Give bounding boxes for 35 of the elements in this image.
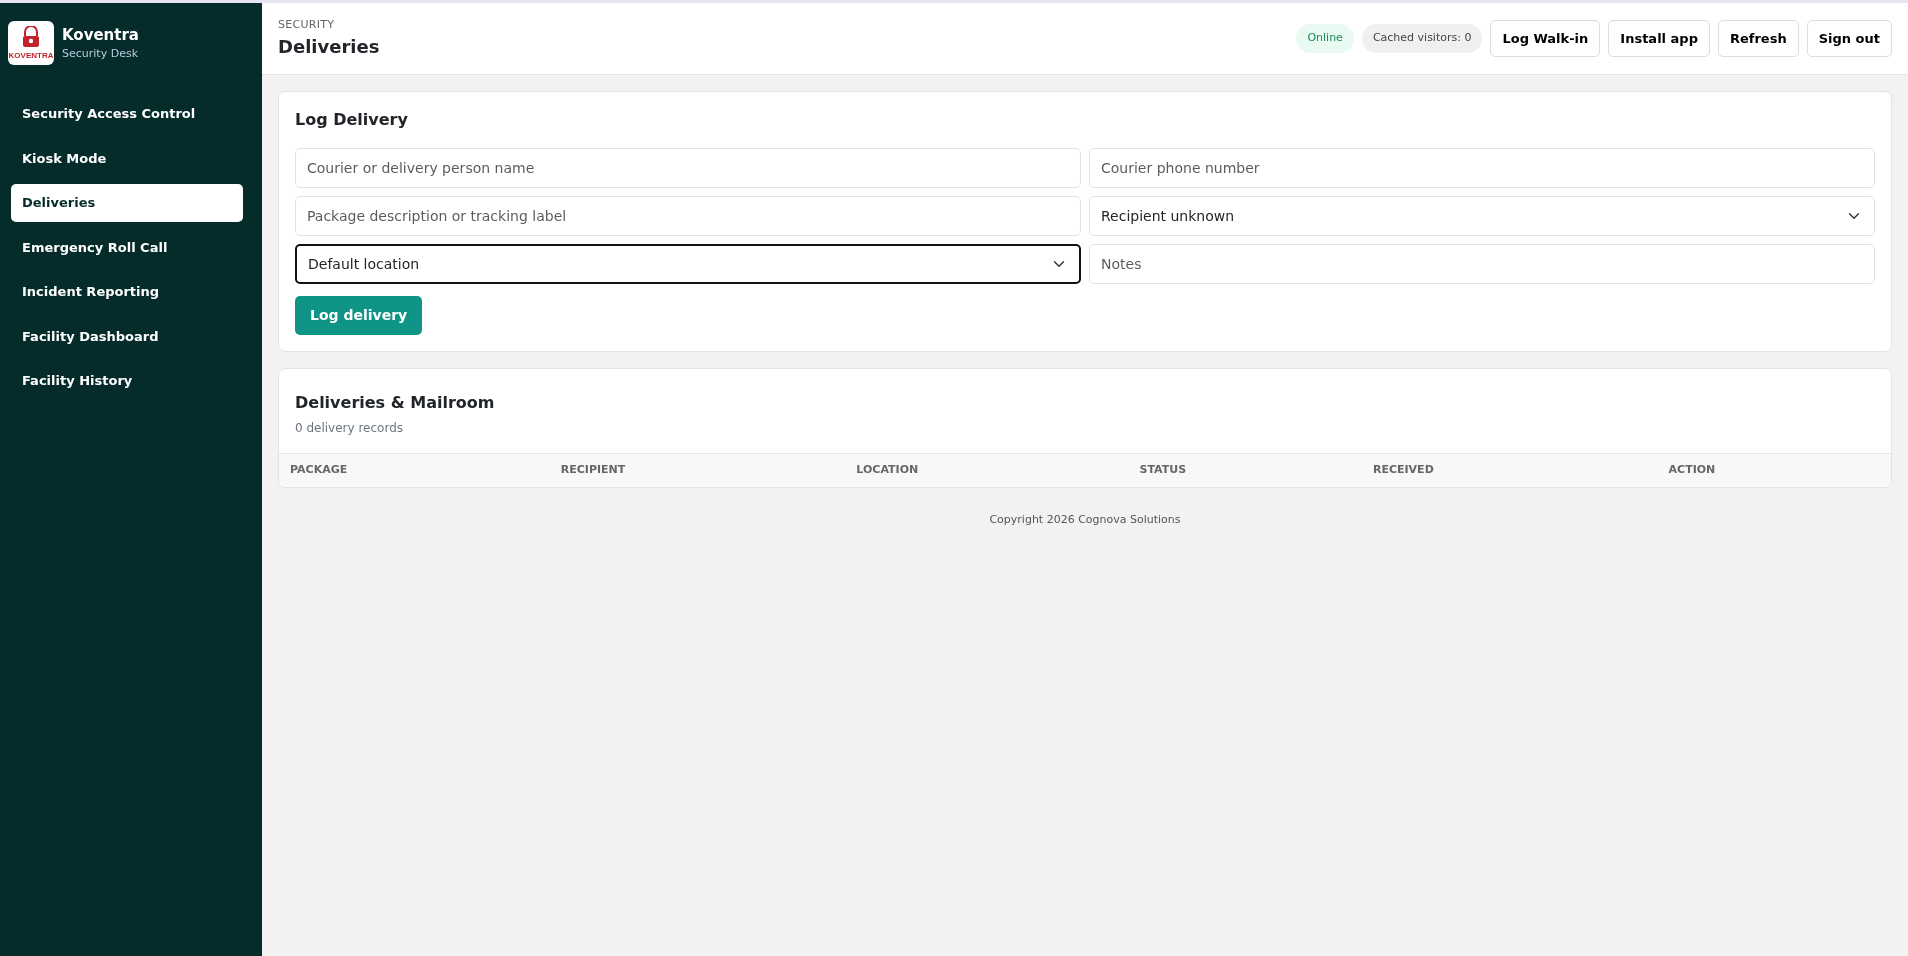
select-field[interactable]: Default location [295,244,1081,284]
page-title: Deliveries [278,35,380,60]
footer-text: Copyright 2026 Cognova Solutions [988,511,1182,528]
column-header: STATUS [1128,453,1362,487]
sidebar-item[interactable]: Kiosk Mode [11,139,243,177]
header-button[interactable]: Install app [1608,19,1710,58]
status-badge: Online [1296,24,1354,53]
input-field[interactable]: Courier or delivery person name [295,148,1081,188]
input-field[interactable]: Courier phone number [1089,148,1875,188]
input-field[interactable]: Package description or tracking label [295,196,1081,236]
section-label: SECURITY [278,16,336,33]
header-button[interactable]: Log Walk-in [1490,19,1601,58]
sidebar-item[interactable]: Deliveries [11,184,243,222]
log-delivery-button[interactable]: Log delivery [295,296,423,335]
sidebar-item[interactable]: Security Access Control [11,95,243,133]
select-field[interactable]: Recipient unknown [1089,196,1875,236]
sidebar-item[interactable]: Emergency Roll Call [11,228,243,266]
sidebar-item[interactable]: Facility Dashboard [11,317,243,355]
column-header: PACKAGE [279,453,550,487]
column-header: ACTION [1657,453,1891,487]
table-title: Deliveries & Mailroom [295,392,496,414]
sidebar-item[interactable]: Incident Reporting [11,273,243,311]
header-button[interactable]: Sign out [1806,19,1892,58]
record-count: 0 delivery records [295,420,405,437]
brand-name: Koventra [62,24,139,46]
brand-subtitle: Security Desk [62,46,139,62]
cached-visitors-badge: Cached visitors: 0 [1361,24,1483,53]
column-header: LOCATION [845,453,1129,487]
sidebar-item[interactable]: Facility History [11,362,243,400]
logo-icon: KOVENTRA [8,21,54,65]
input-field[interactable]: Notes [1089,244,1875,284]
form-title: Log Delivery [295,109,409,131]
header-button[interactable]: Refresh [1717,19,1799,58]
column-header: RECIPIENT [549,453,846,487]
column-header: RECEIVED [1361,453,1658,487]
